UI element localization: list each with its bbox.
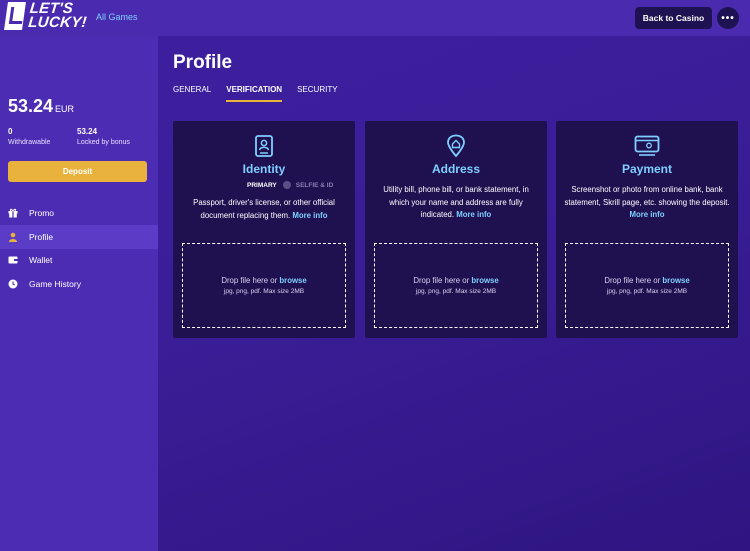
sidebar-nav: Promo Profile Wallet Game History: [0, 201, 158, 295]
wallet-icon: [8, 255, 18, 265]
profile-tabs: GENERAL VERIFICATION SECURITY: [173, 85, 353, 102]
subtab-selfie-id[interactable]: SELFIE & ID: [296, 182, 334, 189]
user-icon: [8, 232, 18, 242]
sidebar: 53.24 EUR 0 Withdrawable 53.24 Locked by …: [0, 36, 158, 551]
location-icon: [445, 134, 467, 158]
withdrawable-stat: 0 Withdrawable: [8, 127, 50, 146]
identity-subtabs: PRIMARY SELFIE & ID: [247, 181, 333, 189]
back-to-casino-button[interactable]: Back to Casino: [635, 7, 712, 29]
card-description: Passport, driver's license, or other off…: [193, 198, 335, 220]
deposit-button[interactable]: Deposit: [8, 161, 147, 182]
card-description: Utility bill, phone bill, or bank statem…: [383, 185, 529, 219]
locked-stat: 53.24 Locked by bonus: [77, 127, 130, 146]
sidebar-item-game-history[interactable]: Game History: [0, 272, 158, 296]
sidebar-item-label: Game History: [29, 278, 81, 289]
id-card-icon: [253, 134, 275, 158]
main-content: Profile GENERAL VERIFICATION SECURITY Id…: [158, 36, 750, 551]
logo[interactable]: LET'S LUCKY!: [4, 0, 88, 31]
card-title: Address: [431, 162, 481, 176]
withdrawable-label: Withdrawable: [8, 139, 51, 146]
more-info-link[interactable]: More info: [629, 210, 664, 219]
balance-amount: 53.24: [8, 96, 54, 116]
logo-mark-icon: [4, 2, 26, 30]
file-formats-hint: jpg, png, pdf. Max size 2MB: [606, 288, 688, 295]
locked-value: 53.24: [77, 127, 98, 136]
page-title: Profile: [173, 52, 233, 73]
card-title: Payment: [621, 162, 673, 176]
browse-link[interactable]: browse: [662, 276, 689, 285]
tab-verification[interactable]: VERIFICATION: [226, 85, 282, 102]
top-bar: LET'S LUCKY! All Games Back to Casino ••…: [0, 0, 750, 36]
all-games-link[interactable]: All Games: [96, 12, 138, 22]
payment-card: Payment Screenshot or photo from online …: [556, 121, 738, 338]
tab-general[interactable]: GENERAL: [173, 85, 211, 102]
file-drop-zone[interactable]: Drop file here or browse jpg, png, pdf. …: [374, 243, 538, 328]
file-drop-zone[interactable]: Drop file here or browse jpg, png, pdf. …: [565, 243, 729, 328]
help-icon[interactable]: [282, 181, 291, 189]
file-formats-hint: jpg, png, pdf. Max size 2MB: [223, 288, 305, 295]
sidebar-item-profile[interactable]: Profile: [0, 224, 158, 249]
identity-card: Identity PRIMARY SELFIE & ID Passport, d…: [173, 121, 355, 338]
more-info-link[interactable]: More info: [292, 211, 327, 220]
payment-card-icon: [634, 134, 660, 158]
card-title: Identity: [242, 162, 286, 176]
sidebar-item-label: Profile: [29, 231, 54, 242]
logo-text: LET'S LUCKY!: [27, 0, 88, 31]
balance: 53.24 EUR: [8, 96, 74, 117]
withdrawable-value: 0: [8, 127, 13, 136]
sidebar-item-label: Promo: [29, 208, 55, 218]
more-info-link[interactable]: More info: [456, 210, 491, 219]
more-menu-button[interactable]: •••: [717, 7, 739, 29]
browse-link[interactable]: browse: [471, 276, 498, 285]
file-drop-zone[interactable]: Drop file here or browse jpg, png, pdf. …: [182, 243, 346, 328]
sidebar-item-label: Wallet: [29, 255, 53, 265]
sidebar-item-promo[interactable]: Promo: [0, 201, 158, 225]
card-description: Screenshot or photo from online bank, ba…: [564, 185, 730, 219]
sidebar-item-wallet[interactable]: Wallet: [0, 248, 158, 272]
file-formats-hint: jpg, png, pdf. Max size 2MB: [415, 288, 497, 295]
subtab-primary[interactable]: PRIMARY: [247, 182, 277, 189]
balance-currency: EUR: [55, 104, 75, 114]
browse-link[interactable]: browse: [279, 276, 306, 285]
clock-icon: [8, 279, 18, 289]
tab-security[interactable]: SECURITY: [297, 85, 337, 102]
locked-label: Locked by bonus: [77, 139, 130, 146]
address-card: Address Utility bill, phone bill, or ban…: [365, 121, 547, 338]
gift-icon: [8, 208, 18, 218]
